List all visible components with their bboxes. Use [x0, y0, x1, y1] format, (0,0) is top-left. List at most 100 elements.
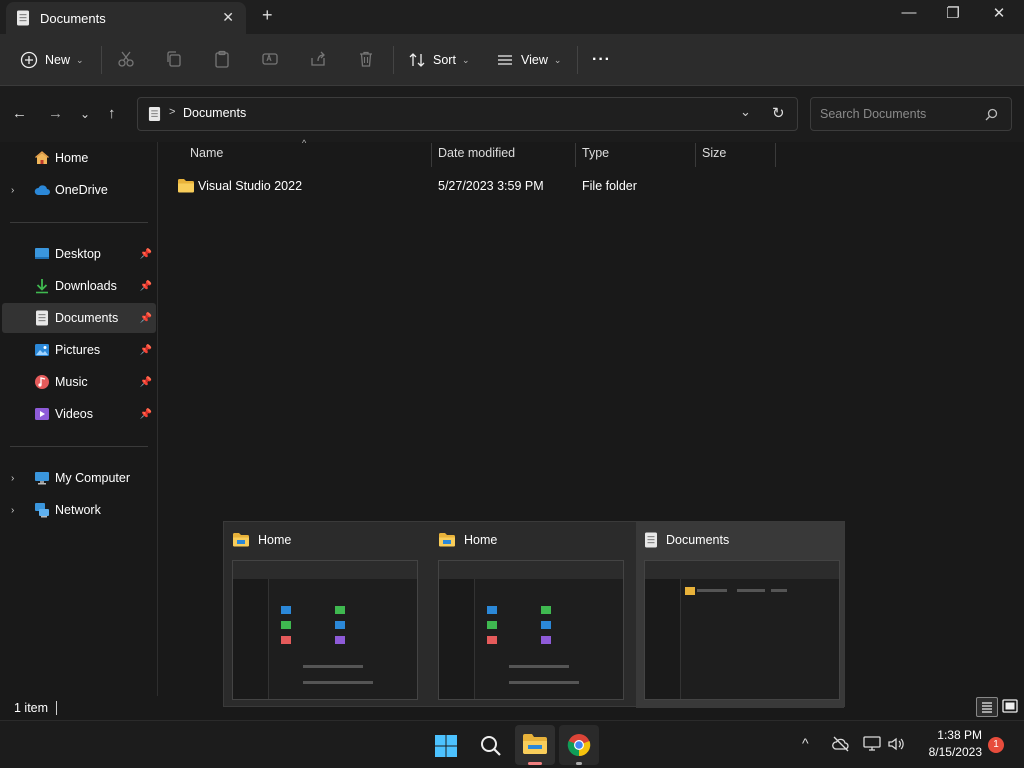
pin-icon[interactable]: 📌	[140, 409, 152, 420]
sidebar-item-downloads[interactable]: Downloads 📌	[2, 271, 156, 301]
taskbar: ^ 1:38 PM 8/15/2023 1	[0, 720, 1024, 768]
computer-icon	[35, 472, 49, 485]
share-icon[interactable]	[309, 50, 327, 68]
document-icon	[148, 107, 161, 121]
pin-icon[interactable]: 📌	[140, 249, 152, 260]
search-taskbar-button[interactable]	[479, 734, 503, 761]
up-arrow-icon[interactable]: ↑	[108, 105, 116, 122]
sidebar-item-music[interactable]: Music 📌	[2, 367, 156, 397]
title-bar: Documents ✕ + — ❐ ✕	[0, 0, 1024, 34]
sidebar-item-desktop[interactable]: Desktop 📌	[2, 239, 156, 269]
download-icon	[36, 279, 48, 294]
clock-button[interactable]: 1:38 PM 8/15/2023	[916, 728, 982, 759]
breadcrumb-separator-icon[interactable]: >	[169, 106, 175, 118]
forward-arrow-icon[interactable]: →	[48, 105, 63, 122]
sidebar-item-label: OneDrive	[55, 183, 108, 197]
column-header-type[interactable]: Type	[582, 146, 609, 166]
sidebar-item-pictures[interactable]: Pictures 📌	[2, 335, 156, 365]
maximize-button[interactable]: ❐	[938, 4, 968, 22]
search-input[interactable]: Search Documents	[810, 97, 1012, 131]
folder-home-icon	[439, 533, 455, 547]
pin-icon[interactable]: 📌	[140, 281, 152, 292]
file-explorer-icon	[523, 734, 547, 754]
sidebar-item-label: Downloads	[55, 279, 117, 293]
tab-close-icon[interactable]: ✕	[222, 9, 234, 26]
breadcrumb-documents[interactable]: Documents	[183, 106, 246, 120]
search-icon[interactable]	[985, 108, 998, 121]
column-header-size[interactable]: Size	[702, 146, 726, 166]
pin-icon[interactable]: 📌	[140, 377, 152, 388]
show-hidden-icons-chevron-icon[interactable]: ^	[802, 735, 809, 751]
preview-window-home-2[interactable]: Home	[430, 522, 636, 708]
recent-locations-chevron-icon[interactable]: ⌄	[80, 107, 90, 121]
tab-documents[interactable]: Documents ✕	[6, 2, 246, 34]
sort-ascending-chevron-icon: ^	[302, 138, 307, 148]
expand-chevron-icon[interactable]: ›	[11, 185, 14, 196]
view-label: View	[521, 53, 548, 67]
refresh-icon[interactable]: ↻	[772, 104, 785, 122]
see-more-button[interactable]: ···	[592, 48, 611, 72]
tab-title: Documents	[40, 10, 106, 26]
file-name[interactable]: Visual Studio 2022	[198, 179, 302, 193]
document-icon	[17, 10, 29, 26]
address-bar[interactable]: > Documents ⌄ ↻	[137, 97, 798, 131]
volume-icon[interactable]	[887, 736, 905, 752]
column-header-date[interactable]: Date modified	[438, 146, 515, 166]
expand-chevron-icon[interactable]: ›	[11, 473, 14, 484]
sort-label: Sort	[433, 53, 456, 67]
sidebar-item-videos[interactable]: Videos 📌	[2, 399, 156, 429]
sort-button[interactable]: Sort ⌄	[408, 48, 469, 72]
sidebar-item-label: Videos	[55, 407, 93, 421]
sidebar-item-documents[interactable]: Documents 📌	[2, 303, 156, 333]
sidebar-item-label: Home	[55, 151, 89, 165]
pin-icon[interactable]: 📌	[140, 313, 152, 324]
close-button[interactable]: ✕	[984, 4, 1014, 22]
file-explorer-taskbar-button[interactable]	[515, 725, 555, 765]
item-count: 1 item	[14, 701, 49, 715]
delete-icon[interactable]	[357, 50, 375, 68]
new-label: New	[45, 53, 71, 67]
cut-icon[interactable]	[117, 50, 135, 68]
preview-window-documents[interactable]: Documents	[636, 522, 844, 708]
sidebar-item-home[interactable]: Home	[2, 143, 156, 173]
view-button[interactable]: View ⌄	[496, 48, 561, 72]
copy-icon[interactable]	[165, 50, 183, 68]
onedrive-offline-icon[interactable]	[832, 736, 850, 752]
sidebar-item-network[interactable]: › Network	[2, 495, 156, 525]
new-tab-button[interactable]: +	[262, 5, 273, 26]
column-resize-handle[interactable]	[575, 143, 576, 167]
view-list-icon	[498, 55, 512, 65]
pin-icon[interactable]: 📌	[140, 345, 152, 356]
desktop-icon	[35, 248, 49, 259]
expand-chevron-icon[interactable]: ›	[11, 505, 14, 516]
command-bar: New ⌄ Sort ⌄ View ⌄ ···	[0, 34, 1024, 86]
folder-home-icon	[233, 533, 249, 547]
column-resize-handle[interactable]	[775, 143, 776, 167]
sidebar-item-my-computer[interactable]: › My Computer	[2, 463, 156, 493]
network-status-icon[interactable]	[863, 736, 881, 752]
status-divider	[56, 701, 57, 715]
column-header-name[interactable]: Name	[190, 146, 223, 166]
running-indicator	[528, 762, 542, 765]
rename-icon[interactable]	[261, 50, 279, 68]
home-icon	[35, 151, 49, 164]
sidebar-item-onedrive[interactable]: › OneDrive	[2, 175, 156, 205]
minimize-button[interactable]: —	[894, 4, 924, 21]
details-view-button[interactable]	[976, 697, 998, 717]
chrome-icon	[567, 734, 591, 757]
preview-title: Home	[258, 532, 292, 547]
column-resize-handle[interactable]	[431, 143, 432, 167]
notification-badge[interactable]: 1	[988, 737, 1004, 753]
column-resize-handle[interactable]	[695, 143, 696, 167]
address-dropdown-chevron-icon[interactable]: ⌄	[740, 104, 751, 120]
preview-window-home-1[interactable]: Home	[224, 522, 430, 708]
large-icons-view-button[interactable]	[1000, 697, 1020, 717]
separator	[393, 46, 394, 74]
back-arrow-icon[interactable]: ←	[12, 105, 27, 122]
paste-icon[interactable]	[213, 50, 231, 68]
start-button[interactable]	[434, 734, 458, 761]
new-button[interactable]: New ⌄	[20, 48, 84, 72]
clock-time: 1:38 PM	[937, 728, 982, 742]
windows-logo-icon	[435, 735, 457, 757]
chrome-taskbar-button[interactable]	[559, 725, 599, 765]
